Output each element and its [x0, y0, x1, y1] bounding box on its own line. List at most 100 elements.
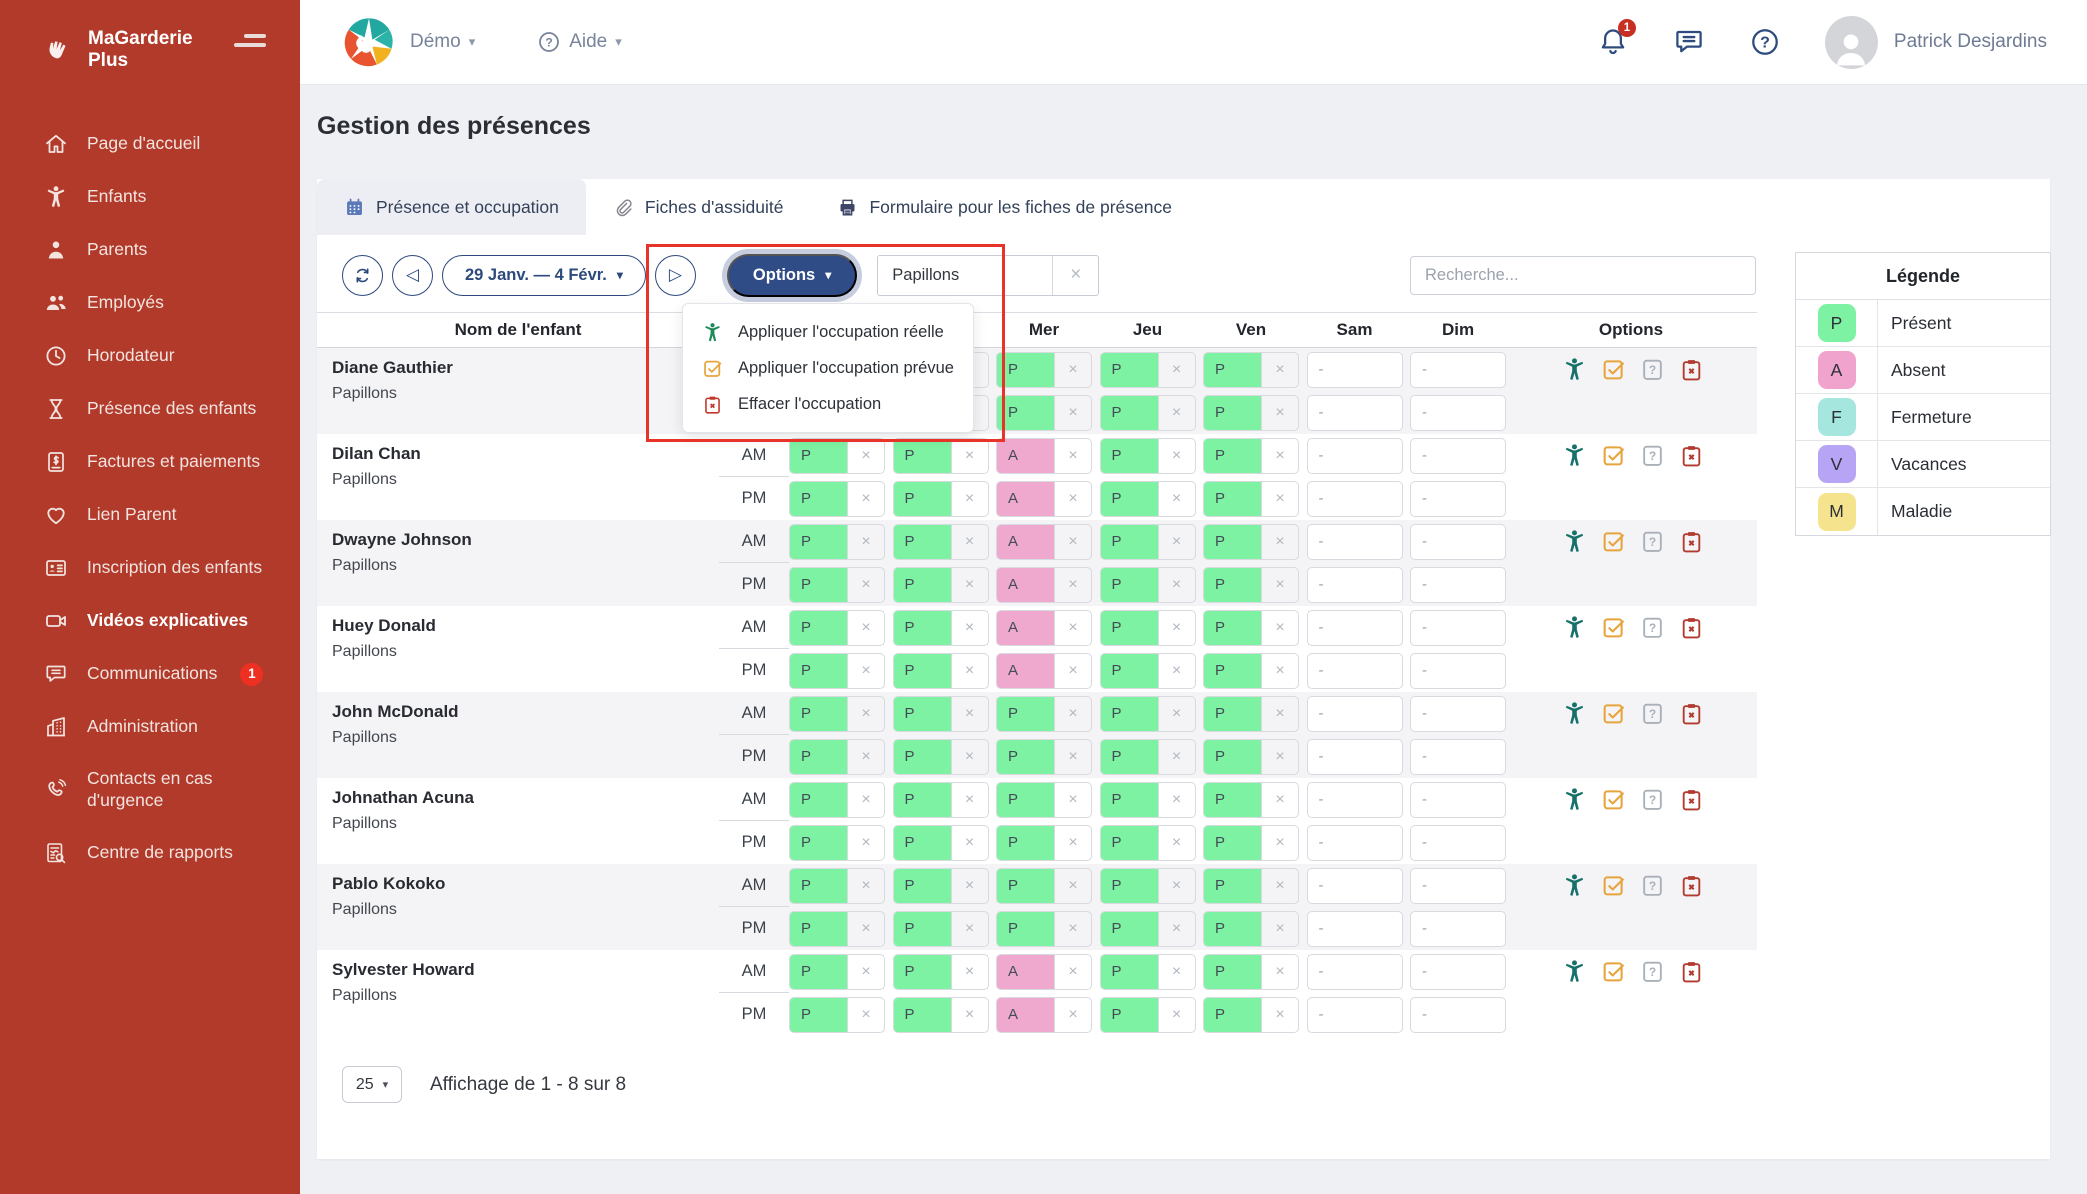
apply-real-occupation-icon[interactable] — [1562, 959, 1587, 984]
attendance-value[interactable]: A — [997, 482, 1054, 516]
clear-attendance-icon[interactable]: × — [847, 568, 884, 602]
attendance-value[interactable]: P — [790, 740, 847, 774]
page-size-select[interactable]: 25 ▾ — [342, 1066, 402, 1103]
attendance-cell-empty[interactable]: - — [1410, 610, 1506, 646]
attendance-value[interactable]: P — [790, 912, 847, 946]
clear-attendance-icon[interactable]: × — [1158, 955, 1195, 989]
attendance-cell-empty[interactable]: - — [1307, 438, 1403, 474]
attendance-value[interactable]: P — [997, 353, 1054, 387]
attendance-cell-empty[interactable]: - — [1410, 825, 1506, 861]
clear-occupation-icon[interactable] — [1679, 873, 1704, 898]
attendance-value[interactable]: P — [790, 439, 847, 473]
attendance-value[interactable]: P — [894, 955, 951, 989]
attendance-value[interactable]: P — [1101, 869, 1158, 903]
attendance-value[interactable]: P — [997, 783, 1054, 817]
attendance-cell-empty[interactable]: - — [1307, 911, 1403, 947]
clear-attendance-icon[interactable]: × — [1261, 568, 1298, 602]
attendance-value[interactable]: P — [1101, 525, 1158, 559]
apply-real-occupation-icon[interactable] — [1562, 873, 1587, 898]
sidebar-item-contacts-en-cas-d-urgence[interactable]: Contacts en cas d'urgence — [0, 754, 300, 827]
clear-attendance-icon[interactable]: × — [951, 740, 988, 774]
attendance-cell-empty[interactable]: - — [1307, 610, 1403, 646]
attendance-value[interactable]: P — [894, 697, 951, 731]
attendance-value[interactable]: P — [997, 869, 1054, 903]
clear-attendance-icon[interactable]: × — [1054, 525, 1091, 559]
apply-planned-occupation-icon[interactable] — [1601, 615, 1626, 640]
aide-dropdown[interactable]: ? Aide ▾ — [537, 30, 622, 54]
attendance-cell-empty[interactable]: - — [1410, 352, 1506, 388]
attendance-value[interactable]: A — [997, 654, 1054, 688]
attendance-value[interactable]: P — [790, 998, 847, 1032]
sidebar-item-horodateur[interactable]: Horodateur — [0, 330, 300, 383]
attendance-value[interactable]: P — [1101, 912, 1158, 946]
question-box-icon[interactable]: ? — [1640, 443, 1665, 468]
clear-attendance-icon[interactable]: × — [1261, 482, 1298, 516]
clear-attendance-icon[interactable]: × — [847, 955, 884, 989]
attendance-cell-empty[interactable]: - — [1410, 567, 1506, 603]
attendance-value[interactable]: P — [790, 869, 847, 903]
attendance-cell-empty[interactable]: - — [1307, 954, 1403, 990]
clear-attendance-icon[interactable]: × — [1054, 912, 1091, 946]
attendance-value[interactable]: P — [1204, 697, 1261, 731]
attendance-value[interactable]: P — [1101, 697, 1158, 731]
clear-attendance-icon[interactable]: × — [847, 998, 884, 1032]
attendance-value[interactable]: P — [790, 826, 847, 860]
clear-attendance-icon[interactable]: × — [951, 568, 988, 602]
attendance-value[interactable]: P — [1204, 869, 1261, 903]
attendance-value[interactable]: P — [1204, 525, 1261, 559]
clear-attendance-icon[interactable]: × — [951, 611, 988, 645]
attendance-cell-empty[interactable]: - — [1410, 395, 1506, 431]
clear-attendance-icon[interactable]: × — [951, 783, 988, 817]
attendance-value[interactable]: P — [894, 525, 951, 559]
attendance-value[interactable]: P — [1204, 482, 1261, 516]
messages-icon[interactable] — [1673, 26, 1705, 58]
attendance-value[interactable]: A — [997, 998, 1054, 1032]
clear-occupation-icon[interactable] — [1679, 443, 1704, 468]
attendance-value[interactable]: P — [790, 568, 847, 602]
apply-planned-occupation-icon[interactable] — [1601, 787, 1626, 812]
question-box-icon[interactable]: ? — [1640, 787, 1665, 812]
attendance-cell-empty[interactable]: - — [1307, 825, 1403, 861]
clear-attendance-icon[interactable]: × — [1261, 697, 1298, 731]
clear-attendance-icon[interactable]: × — [1054, 654, 1091, 688]
clear-attendance-icon[interactable]: × — [951, 697, 988, 731]
clear-attendance-icon[interactable]: × — [1054, 482, 1091, 516]
attendance-value[interactable]: P — [894, 912, 951, 946]
clear-occupation-icon[interactable] — [1679, 529, 1704, 554]
clear-attendance-icon[interactable]: × — [847, 611, 884, 645]
attendance-value[interactable]: A — [997, 611, 1054, 645]
clear-attendance-icon[interactable]: × — [847, 654, 884, 688]
sidebar-item-inscription-des-enfants[interactable]: Inscription des enfants — [0, 542, 300, 595]
clear-attendance-icon[interactable]: × — [847, 783, 884, 817]
question-box-icon[interactable]: ? — [1640, 959, 1665, 984]
attendance-value[interactable]: P — [1204, 998, 1261, 1032]
clear-filter-icon[interactable]: × — [1052, 256, 1098, 295]
sidebar-item-centre-de-rapports[interactable]: Centre de rapports — [0, 826, 300, 879]
tab-formulaire-pour-les-fiches-de-presence[interactable]: Formulaire pour les fiches de présence — [810, 179, 1199, 235]
attendance-value[interactable]: P — [1204, 611, 1261, 645]
user-avatar[interactable] — [1825, 16, 1878, 69]
clear-attendance-icon[interactable]: × — [1261, 611, 1298, 645]
attendance-cell-empty[interactable]: - — [1410, 524, 1506, 560]
clear-attendance-icon[interactable]: × — [1054, 998, 1091, 1032]
clear-attendance-icon[interactable]: × — [1158, 482, 1195, 516]
clear-attendance-icon[interactable]: × — [1158, 396, 1195, 430]
app-logo-icon[interactable] — [342, 15, 396, 69]
attendance-value[interactable]: P — [997, 826, 1054, 860]
attendance-cell-empty[interactable]: - — [1410, 696, 1506, 732]
clear-occupation-icon[interactable] — [1679, 701, 1704, 726]
attendance-cell-empty[interactable]: - — [1307, 567, 1403, 603]
attendance-cell-empty[interactable]: - — [1307, 696, 1403, 732]
attendance-value[interactable]: P — [997, 396, 1054, 430]
attendance-value[interactable]: P — [790, 482, 847, 516]
clear-attendance-icon[interactable]: × — [1261, 783, 1298, 817]
clear-attendance-icon[interactable]: × — [1261, 869, 1298, 903]
attendance-value[interactable]: P — [997, 912, 1054, 946]
question-box-icon[interactable]: ? — [1640, 701, 1665, 726]
attendance-cell-empty[interactable]: - — [1307, 653, 1403, 689]
notifications-bell-icon[interactable]: 1 — [1597, 26, 1629, 58]
clear-attendance-icon[interactable]: × — [1158, 826, 1195, 860]
attendance-value[interactable]: P — [1101, 654, 1158, 688]
attendance-value[interactable]: P — [997, 697, 1054, 731]
clear-attendance-icon[interactable]: × — [1054, 740, 1091, 774]
